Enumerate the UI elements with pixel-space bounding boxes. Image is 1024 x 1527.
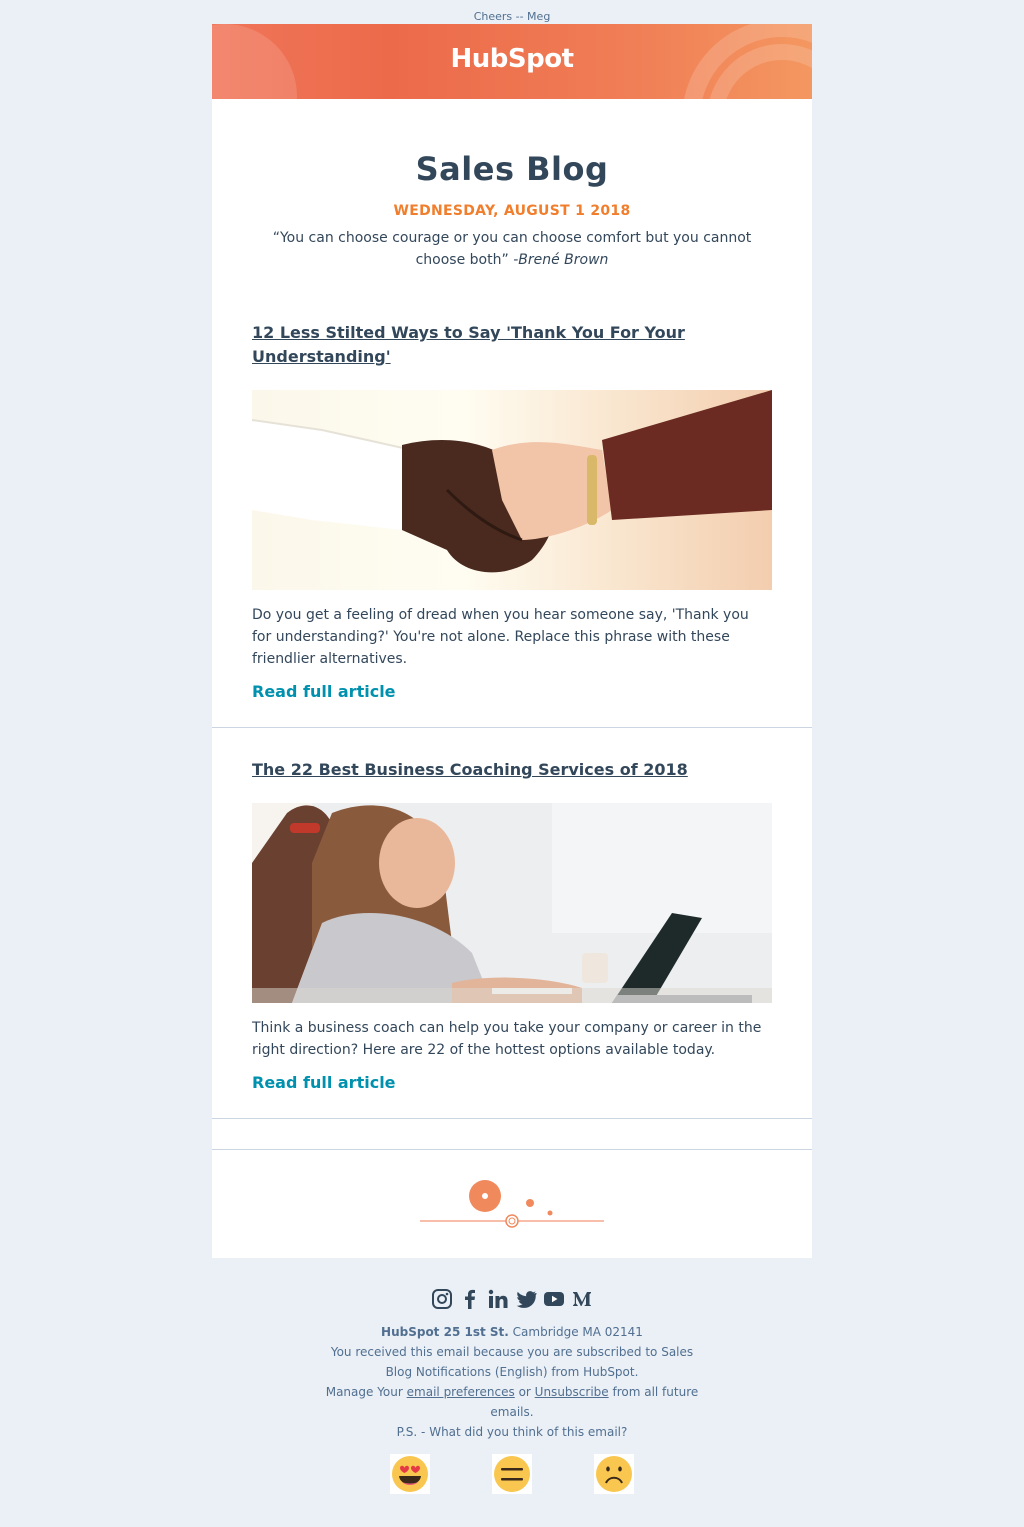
- company-name: HubSpot 25 1st St.: [381, 1325, 509, 1339]
- footer-illustration: [212, 1150, 812, 1258]
- article-title-link[interactable]: The 22 Best Business Coaching Services o…: [252, 758, 772, 782]
- article-summary: Think a business coach can help you take…: [252, 1020, 762, 1058]
- company-city: Cambridge MA 02141: [512, 1325, 643, 1339]
- facebook-icon[interactable]: [459, 1288, 481, 1310]
- page-title: Sales Blog: [415, 150, 609, 188]
- linkedin-icon[interactable]: [487, 1288, 509, 1310]
- issue-date: WEDNESDAY, AUGUST 1 2018: [393, 203, 631, 219]
- coaching-illustration: [252, 803, 772, 1003]
- handshake-photo[interactable]: [252, 390, 772, 590]
- subscription-notice: You received this email because you are …: [330, 1345, 694, 1379]
- quote-author: -Brené Brown: [513, 252, 609, 268]
- heart-eyes-emoji[interactable]: [390, 1454, 430, 1494]
- feedback-prompt: P.S. - What did you think of this email?: [396, 1425, 628, 1439]
- social-links: [0, 1288, 1024, 1310]
- hubspot-logo[interactable]: HubSpot: [212, 44, 812, 74]
- company-address: HubSpot 25 1st St. Cambridge MA 02141: [0, 1322, 1024, 1342]
- or-text: or: [518, 1385, 531, 1399]
- twitter-icon[interactable]: [515, 1288, 537, 1310]
- footer: HubSpot 25 1st St. Cambridge MA 02141 Yo…: [0, 1258, 1024, 1494]
- neutral-face-emoji[interactable]: [492, 1454, 532, 1494]
- quote-text: “You can choose courage or you can choos…: [272, 230, 752, 268]
- youtube-icon[interactable]: [543, 1288, 565, 1310]
- header-banner: HubSpot: [212, 24, 812, 99]
- article-summary: Do you get a feeling of dread when you h…: [252, 607, 749, 667]
- intro-section: Sales Blog WEDNESDAY, AUGUST 1 2018 “You…: [212, 99, 812, 271]
- read-article-link[interactable]: Read full article: [252, 1073, 772, 1092]
- read-article-link[interactable]: Read full article: [252, 682, 772, 701]
- feedback-options: [0, 1454, 1024, 1494]
- handshake-illustration: [252, 390, 772, 573]
- medium-icon[interactable]: [571, 1288, 593, 1310]
- manage-prefix: Manage Your: [325, 1385, 403, 1399]
- unsubscribe-link[interactable]: Unsubscribe: [535, 1385, 609, 1399]
- quote: “You can choose courage or you can choos…: [252, 227, 772, 271]
- coaching-photo[interactable]: [252, 803, 772, 1003]
- manage-preferences-line: Manage Your email preferences or Unsubsc…: [317, 1382, 707, 1422]
- preheader-text: Cheers -- Meg: [473, 10, 551, 23]
- article: 12 Less Stilted Ways to Say 'Thank You F…: [212, 271, 812, 727]
- email-preferences-link[interactable]: email preferences: [407, 1385, 515, 1399]
- orbit-illustration: [420, 1180, 604, 1228]
- email-body: HubSpot Sales Blog WEDNESDAY, AUGUST 1 2…: [212, 24, 812, 1258]
- article: The 22 Best Business Coaching Services o…: [212, 728, 812, 1118]
- instagram-icon[interactable]: [431, 1288, 453, 1310]
- article-title-link[interactable]: 12 Less Stilted Ways to Say 'Thank You F…: [252, 321, 772, 369]
- frowning-face-emoji[interactable]: [594, 1454, 634, 1494]
